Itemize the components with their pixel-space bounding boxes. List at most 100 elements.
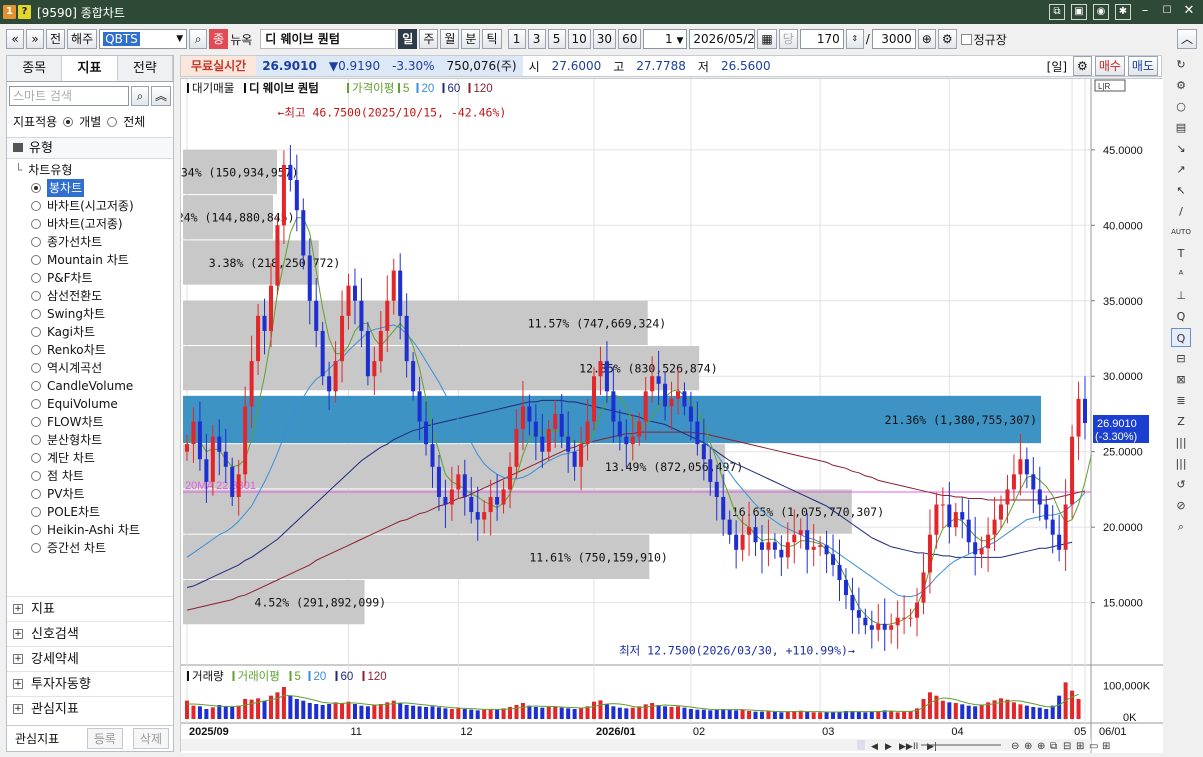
tree-root[interactable]: └ 차트유형 bbox=[7, 161, 173, 179]
radio-icon[interactable] bbox=[31, 183, 41, 193]
maximize-icon[interactable]: ☐ bbox=[1159, 4, 1175, 20]
period-minute[interactable]: 분 bbox=[461, 29, 481, 49]
prev-symbol-button[interactable]: « bbox=[6, 29, 24, 49]
chart-tool-icon[interactable]: ≣ bbox=[1171, 391, 1191, 410]
radio-icon[interactable] bbox=[31, 417, 41, 427]
zoom-in-icon[interactable]: ⊕ bbox=[917, 29, 936, 49]
chart-tool-icon[interactable]: T bbox=[1171, 244, 1191, 263]
delete-button[interactable]: 삭제 bbox=[132, 728, 169, 749]
period-month[interactable]: 월 bbox=[440, 29, 460, 49]
indicator-group[interactable]: + 지표 bbox=[7, 596, 173, 621]
radio-icon[interactable] bbox=[31, 327, 41, 337]
chart-type-icon[interactable]: 종 bbox=[209, 29, 229, 49]
chart-type-item[interactable]: 종가선차트 bbox=[7, 233, 173, 251]
indicator-group[interactable]: + 강세약세 bbox=[7, 646, 173, 671]
chart-type-item[interactable]: EquiVolume bbox=[7, 395, 173, 413]
chart-tool-icon[interactable]: ⊠ bbox=[1171, 370, 1191, 389]
chart-type-item[interactable]: 역시계곡선 bbox=[7, 359, 173, 377]
link-icon[interactable]: ⧉ bbox=[1049, 4, 1065, 20]
chart-type-item[interactable]: 분산형차트 bbox=[7, 431, 173, 449]
chart-type-item[interactable]: 증간선 차트 bbox=[7, 539, 173, 557]
collapse-icon[interactable]: ︿ bbox=[1176, 29, 1197, 49]
radio-icon[interactable] bbox=[31, 471, 41, 481]
register-button[interactable]: 등록 bbox=[86, 728, 123, 749]
indicator-group[interactable]: + 투자자동향 bbox=[7, 671, 173, 696]
chart-tool-icon[interactable]: ↗ bbox=[1171, 160, 1191, 179]
minute-10[interactable]: 10 bbox=[567, 29, 591, 49]
chart-tool-icon[interactable]: ||| bbox=[1171, 454, 1191, 473]
radio-icon[interactable] bbox=[31, 309, 41, 319]
help-badge[interactable]: ? bbox=[18, 5, 31, 19]
chart-tool-icon[interactable]: ↘ bbox=[1171, 139, 1191, 158]
chart-type-item[interactable]: CandleVolume bbox=[7, 377, 173, 395]
bar-count-input[interactable]: 170 bbox=[799, 29, 844, 49]
chart-tool-icon[interactable]: ⊘ bbox=[1171, 496, 1191, 515]
chart-tool-icon[interactable]: ||| bbox=[1171, 433, 1191, 452]
symbol-input[interactable]: QBTS ▼ bbox=[99, 29, 188, 49]
search-icon[interactable]: ⌕ bbox=[130, 86, 149, 106]
expand-icon[interactable]: + bbox=[13, 629, 23, 639]
chart-type-item[interactable]: 계단 차트 bbox=[7, 449, 173, 467]
save-icon[interactable]: ▣ bbox=[1071, 4, 1087, 20]
date-input[interactable]: 2026/05/27 bbox=[689, 29, 756, 49]
chart-tool-icon[interactable]: Q bbox=[1171, 307, 1191, 326]
radio-icon[interactable] bbox=[31, 291, 41, 301]
chart-area[interactable]: 2025/09 11 12 2026/01 02 03 04 05 06/01 45.0000 40… bbox=[163, 78, 1163, 753]
radio-icon[interactable] bbox=[31, 381, 41, 391]
chart-tool-icon[interactable]: ↺ bbox=[1171, 475, 1191, 494]
chart-type-item[interactable]: 바차트(고저종) bbox=[7, 215, 173, 233]
radio-all[interactable] bbox=[107, 116, 118, 127]
chart-tool-icon[interactable]: AUTO bbox=[1171, 223, 1191, 242]
radio-icon[interactable] bbox=[31, 525, 41, 535]
search-icon[interactable]: ⌕ bbox=[189, 29, 208, 49]
dropdown-arrow-icon[interactable]: ▼ bbox=[176, 30, 183, 48]
chart-tool-icon[interactable]: ⊥ bbox=[1171, 286, 1191, 305]
radio-icon[interactable] bbox=[31, 273, 41, 283]
radio-icon[interactable] bbox=[31, 345, 41, 355]
minute-3[interactable]: 3 bbox=[527, 29, 546, 49]
radio-each[interactable] bbox=[63, 116, 74, 127]
period-tick[interactable]: 틱 bbox=[482, 29, 502, 49]
next-symbol-button[interactable]: » bbox=[26, 29, 44, 49]
radio-icon[interactable] bbox=[31, 219, 41, 229]
radio-icon[interactable] bbox=[31, 255, 41, 265]
chart-tool-icon[interactable]: Q bbox=[1171, 328, 1191, 347]
buy-button[interactable]: 매수 bbox=[1094, 56, 1125, 76]
chart-type-item[interactable]: PV차트 bbox=[7, 485, 173, 503]
minute-5[interactable]: 5 bbox=[547, 29, 566, 49]
tab-strategy[interactable]: 전략 bbox=[117, 56, 173, 81]
smart-search-input[interactable]: 스마트 검색 bbox=[9, 86, 129, 106]
chart-tool-icon[interactable]: / bbox=[1171, 202, 1191, 221]
radio-icon[interactable] bbox=[31, 399, 41, 409]
chart-type-item[interactable]: Mountain 차트 bbox=[7, 251, 173, 269]
radio-icon[interactable] bbox=[31, 489, 41, 499]
indicator-group[interactable]: + 관심지표 bbox=[7, 696, 173, 721]
chart-type-item[interactable]: P&F차트 bbox=[7, 269, 173, 287]
chart-type-item[interactable]: POLE차트 bbox=[7, 503, 173, 521]
chart-type-item[interactable]: FLOW차트 bbox=[7, 413, 173, 431]
chart-tool-icon[interactable]: ○ bbox=[1171, 97, 1191, 116]
radio-icon[interactable] bbox=[31, 237, 41, 247]
expand-icon[interactable]: + bbox=[13, 604, 23, 614]
chart-tool-icon[interactable]: ↖ bbox=[1171, 181, 1191, 200]
radio-icon[interactable] bbox=[31, 543, 41, 553]
minute-1[interactable]: 1 bbox=[507, 29, 526, 49]
minute-60[interactable]: 60 bbox=[618, 29, 642, 49]
chart-type-item[interactable]: Swing차트 bbox=[7, 305, 173, 323]
indicator-group[interactable]: + 신호검색 bbox=[7, 621, 173, 646]
chart-tool-icon[interactable]: Z bbox=[1171, 412, 1191, 431]
chart-tool-icon[interactable]: ᴬ bbox=[1171, 265, 1191, 284]
chart-tool-icon[interactable]: ⚙ bbox=[1171, 76, 1191, 95]
tab-stock[interactable]: 종목 bbox=[7, 56, 63, 81]
minute-30[interactable]: 30 bbox=[592, 29, 617, 49]
period-week[interactable]: 주 bbox=[419, 29, 439, 49]
news-label[interactable]: 뉴옥 bbox=[230, 31, 252, 48]
calendar-icon[interactable]: ▦ bbox=[757, 29, 777, 49]
chart-type-item[interactable]: Heikin-Ashi 차트 bbox=[7, 521, 173, 539]
gear-icon[interactable]: ⚙ bbox=[1073, 56, 1092, 76]
radio-icon[interactable] bbox=[31, 507, 41, 517]
expand-icon[interactable]: + bbox=[13, 679, 23, 689]
chart-type-item[interactable]: 바차트(시고저종) bbox=[7, 197, 173, 215]
regular-checkbox[interactable] bbox=[960, 33, 972, 45]
all-market-button[interactable]: 전 bbox=[46, 29, 66, 49]
